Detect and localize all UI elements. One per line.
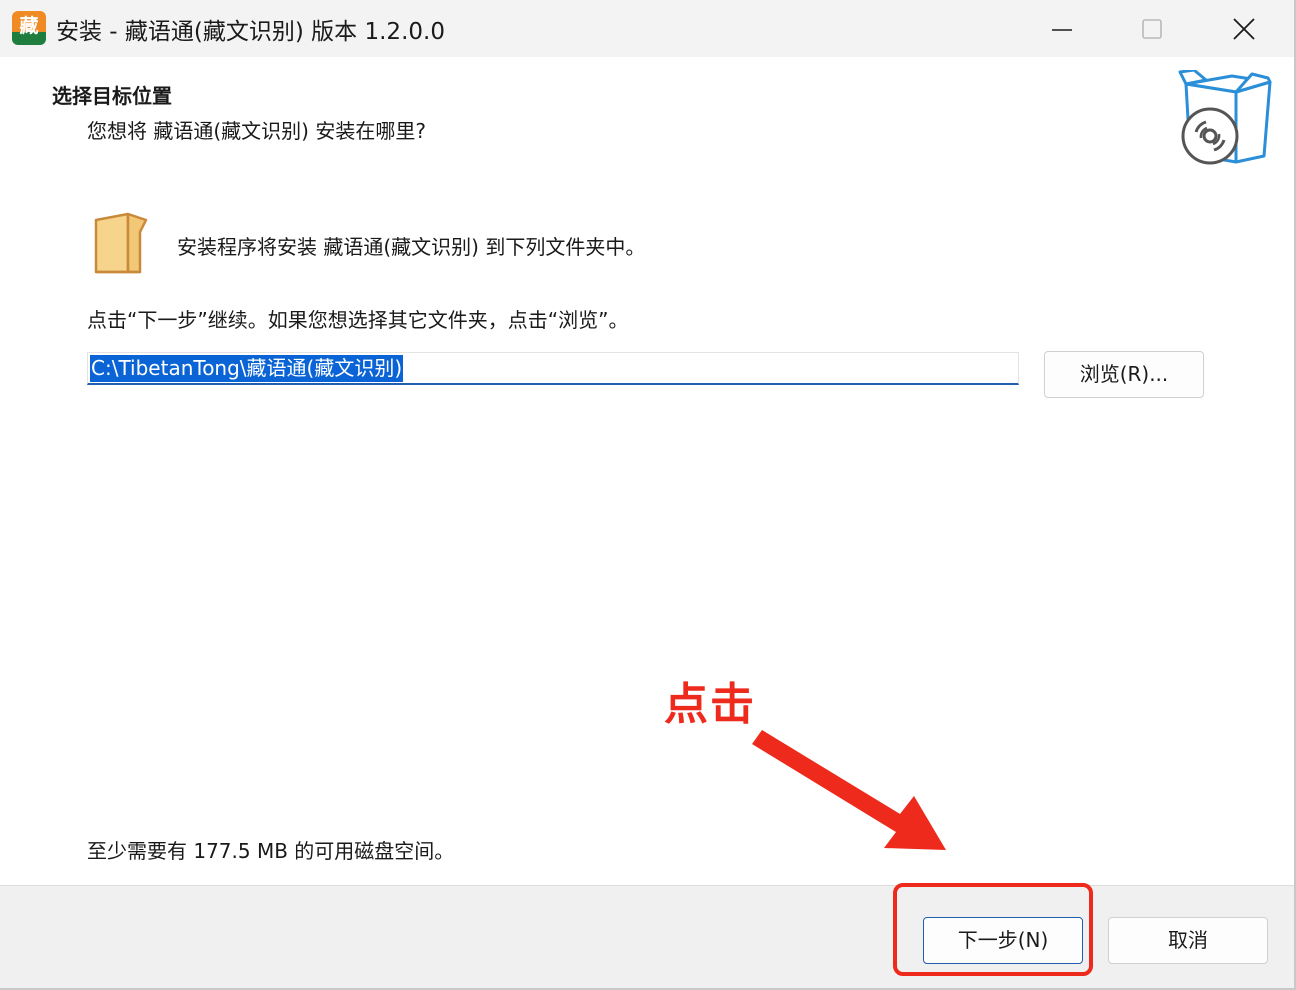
maximize-icon [1142,18,1162,39]
annotation-arrow-icon [752,730,946,850]
minimize-button[interactable] [1016,0,1108,57]
cancel-button[interactable]: 取消 [1108,917,1268,964]
software-box-icon [1178,70,1272,165]
close-button[interactable] [1198,0,1290,57]
page-subtitle: 您想将 藏语通(藏文识别) 安装在哪里? [87,119,426,143]
install-path-input[interactable]: C:\TibetanTong\藏语通(藏文识别) [87,352,1019,385]
install-path-value: C:\TibetanTong\藏语通(藏文识别) [90,355,404,382]
app-icon: 藏 [12,11,46,45]
browse-button[interactable]: 浏览(R)... [1044,351,1204,398]
annotation-highlight-box [893,883,1093,976]
annotation-label: 点击 [664,679,756,730]
maximize-button[interactable] [1106,0,1198,57]
window-title: 安装 - 藏语通(藏文识别) 版本 1.2.0.0 [56,19,445,45]
title-bar[interactable]: 藏 安装 - 藏语通(藏文识别) 版本 1.2.0.0 [0,0,1294,57]
installer-window: 藏 安装 - 藏语通(藏文识别) 版本 1.2.0.0 选择目标位置 您想将 藏… [0,0,1296,990]
install-info-text: 安装程序将安装 藏语通(藏文识别) 到下列文件夹中。 [177,235,646,259]
page-title: 选择目标位置 [52,84,172,108]
close-icon [1233,17,1255,40]
minimize-icon [1052,28,1072,31]
instruction-text: 点击“下一步”继续。如果您想选择其它文件夹，点击“浏览”。 [87,308,629,332]
footer-bar [0,885,1294,988]
folder-icon [94,212,148,274]
disk-space-text: 至少需要有 177.5 MB 的可用磁盘空间。 [87,839,455,863]
